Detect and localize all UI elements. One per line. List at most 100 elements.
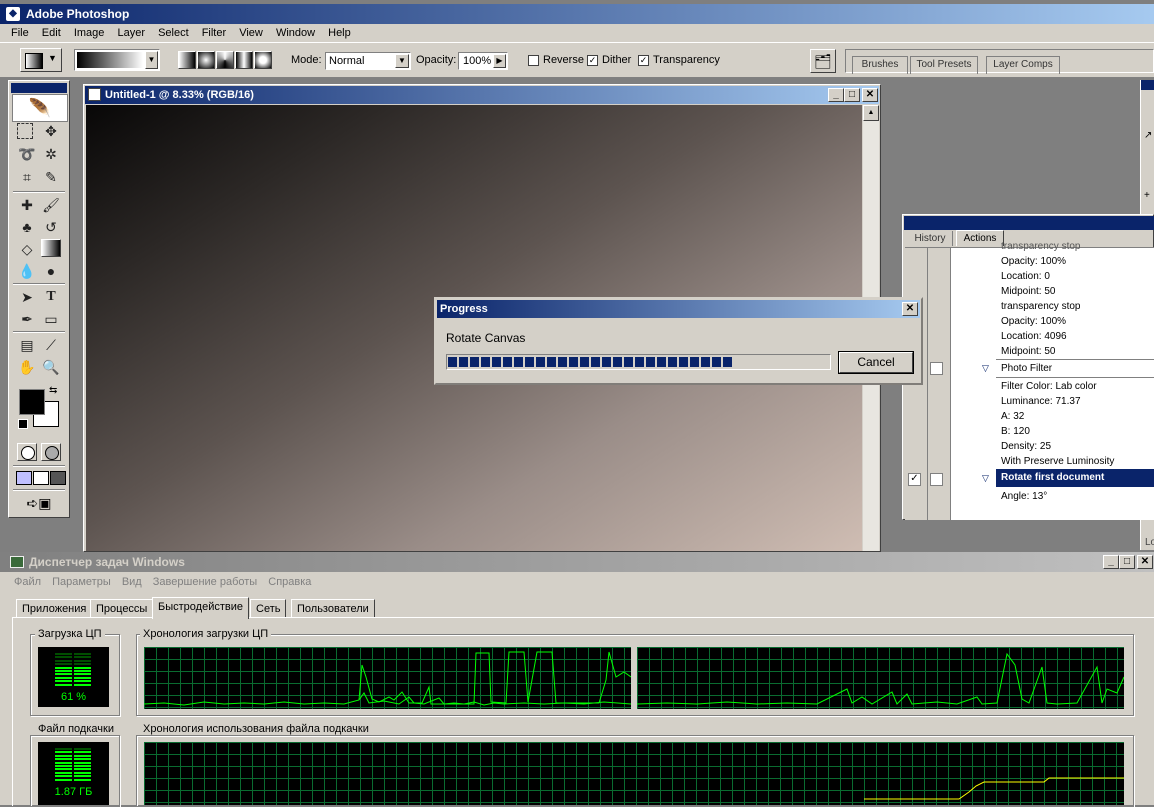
step-enabled-checkbox[interactable]: ✓ [908,473,921,486]
shape-tool-icon[interactable]: ▭ [41,309,61,329]
menu-edit[interactable]: Edit [42,27,61,39]
hand-tool-icon[interactable]: ✋ [17,357,37,377]
crop-tool-icon[interactable]: ⌗ [17,167,37,187]
photo-filter-param[interactable]: With Preserve Luminosity [1001,456,1114,467]
photo-filter-param[interactable]: Filter Color: Lab color [1001,381,1097,392]
tab-performance[interactable]: Быстродействие [152,597,249,619]
jump-to-imageready-icon[interactable]: ➪▣ [19,494,59,512]
gradient-dropdown-button[interactable]: ▼ [145,51,158,69]
healing-brush-tool-icon[interactable]: ✚ [17,195,37,215]
type-tool-icon[interactable]: T [41,287,61,307]
selected-action-row[interactable]: Rotate first document [996,469,1154,487]
linear-gradient-button[interactable] [178,51,196,69]
palette-tab-brushes[interactable]: Brushes [852,56,908,74]
maximize-button[interactable]: □ [1119,555,1135,569]
tm-menu-file[interactable]: Файл [14,576,41,588]
tm-menu-options[interactable]: Параметры [52,576,111,588]
action-step-line[interactable]: Midpoint: 50 [1001,346,1055,357]
menu-image[interactable]: Image [74,27,105,39]
photo-filter-param[interactable]: Density: 25 [1001,441,1051,452]
tab-history[interactable]: History [908,231,953,246]
tab-applications[interactable]: Приложения [16,599,93,618]
tab-actions[interactable]: Actions [956,230,1004,246]
photo-filter-param[interactable]: A: 32 [1001,411,1024,422]
expand-triangle-icon[interactable]: ▽ [982,473,989,484]
photo-filter-param[interactable]: B: 120 [1001,426,1030,437]
rotate-angle-param[interactable]: Angle: 13° [1001,491,1047,502]
tab-network[interactable]: Сеть [250,599,287,618]
radial-gradient-button[interactable] [197,51,215,69]
foreground-color-swatch[interactable] [19,389,45,415]
screen-mode-standard-icon[interactable] [16,471,32,485]
swap-colors-icon[interactable]: ⇆ [49,385,57,396]
blur-tool-icon[interactable]: 💧 [17,261,37,281]
eraser-tool-icon[interactable]: ◇ [17,239,37,259]
notes-tool-icon[interactable]: ▤ [17,335,37,355]
tm-menu-help[interactable]: Справка [268,576,311,588]
opacity-slider-button[interactable]: ▶ [493,54,506,68]
clone-stamp-tool-icon[interactable]: ♣ [17,217,37,237]
marquee-tool-icon[interactable] [17,123,33,139]
scroll-up-button[interactable]: ▲ [863,105,879,121]
angle-gradient-button[interactable] [216,51,234,69]
menu-file[interactable]: File [11,27,29,39]
eyedropper-tool-icon[interactable]: ⟋ [41,335,61,355]
path-selection-tool-icon[interactable]: ➤ [17,287,37,307]
slice-tool-icon[interactable]: ✎ [41,167,61,187]
dialog-toggle-checkbox[interactable] [930,473,943,486]
menu-help[interactable]: Help [328,27,351,39]
gradient-picker[interactable]: ▼ [74,49,160,71]
opacity-field[interactable]: 100% ▶ [458,52,508,70]
close-button[interactable]: ✕ [902,302,918,316]
quick-mask-button[interactable] [41,443,61,461]
dodge-tool-icon[interactable]: ● [41,261,61,281]
transparency-checkbox[interactable]: ✓ Transparency [638,54,720,66]
screen-mode-full-icon[interactable] [50,471,66,485]
menu-view[interactable]: View [239,27,263,39]
minimize-button[interactable]: _ [1103,555,1119,569]
action-step-line[interactable]: transparency stop [1001,301,1081,312]
standard-mode-button[interactable] [17,443,37,461]
action-step-line[interactable]: Opacity: 100% [1001,256,1066,267]
action-step-line[interactable]: transparency stop [1001,241,1081,252]
close-button[interactable]: ✕ [862,88,878,102]
maximize-button[interactable]: □ [844,88,860,102]
menu-filter[interactable]: Filter [202,27,226,39]
default-colors-icon[interactable] [18,419,28,429]
lasso-tool-icon[interactable]: ➰ [17,144,37,164]
minimize-button[interactable]: _ [828,88,844,102]
file-browser-button[interactable]: 🗂 [810,49,836,73]
mode-select[interactable]: Normal ▼ [325,52,411,70]
brush-tool-icon[interactable]: 🖌 [41,195,61,215]
move-tool-icon[interactable]: ✥ [41,121,61,141]
history-brush-tool-icon[interactable]: ↺ [41,217,61,237]
action-step-line[interactable]: Opacity: 100% [1001,316,1066,327]
action-step-line[interactable]: Location: 4096 [1001,331,1067,342]
reverse-checkbox[interactable]: Reverse [528,54,584,66]
action-step-line[interactable]: Location: 0 [1001,271,1050,282]
palette-tab-tool-presets[interactable]: Tool Presets [910,56,978,74]
cancel-button[interactable]: Cancel [838,351,914,374]
photo-filter-param[interactable]: Luminance: 71.37 [1001,396,1081,407]
tab-users[interactable]: Пользователи [291,599,375,618]
reflected-gradient-button[interactable] [235,51,253,69]
expand-triangle-icon[interactable]: ▽ [982,363,989,374]
screen-mode-full-menu-icon[interactable] [33,471,49,485]
tool-preset-picker[interactable]: ▼ [20,48,62,72]
menu-layer[interactable]: Layer [117,27,145,39]
dialog-toggle-checkbox[interactable] [930,362,943,375]
pen-tool-icon[interactable]: ✒ [17,309,37,329]
menu-select[interactable]: Select [158,27,189,39]
palette-tab-layer-comps[interactable]: Layer Comps [986,56,1060,74]
tab-processes[interactable]: Процессы [90,599,154,618]
zoom-tool-icon[interactable]: 🔍 [41,357,61,377]
photo-filter-step[interactable]: Photo Filter [1001,363,1052,374]
close-button[interactable]: ✕ [1137,555,1153,569]
action-step-line[interactable]: Midpoint: 50 [1001,286,1055,297]
tm-menu-view[interactable]: Вид [122,576,142,588]
magic-wand-tool-icon[interactable]: ✲ [41,144,61,164]
gradient-tool-selected-icon[interactable] [41,239,61,257]
tm-menu-shutdown[interactable]: Завершение работы [153,576,257,588]
diamond-gradient-button[interactable] [254,51,272,69]
menu-window[interactable]: Window [276,27,315,39]
